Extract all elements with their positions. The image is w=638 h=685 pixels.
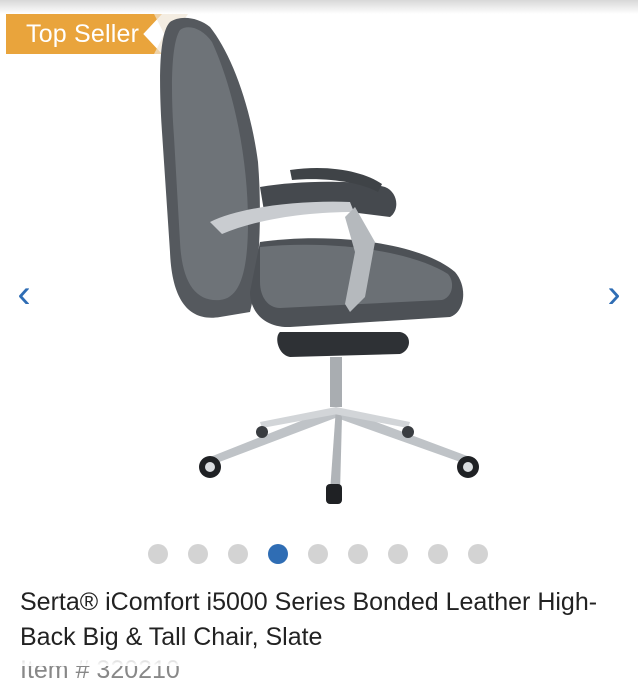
pagination-dot-active[interactable] (268, 544, 288, 564)
gallery-pagination (148, 544, 488, 564)
pagination-dot[interactable] (388, 544, 408, 564)
pagination-dot[interactable] (188, 544, 208, 564)
product-image[interactable] (150, 12, 490, 512)
pagination-dot[interactable] (308, 544, 328, 564)
previous-image-chevron-left-icon[interactable]: ‹ (6, 272, 42, 316)
pagination-dot[interactable] (468, 544, 488, 564)
pagination-dot[interactable] (228, 544, 248, 564)
pagination-dot[interactable] (428, 544, 448, 564)
next-image-chevron-right-icon[interactable]: › (596, 272, 632, 316)
pagination-dot[interactable] (148, 544, 168, 564)
top-seller-badge: Top Seller (6, 14, 162, 54)
product-title: Serta® iComfort i5000 Series Bonded Leat… (20, 588, 598, 651)
pagination-dot[interactable] (348, 544, 368, 564)
bottom-fade (0, 650, 638, 666)
